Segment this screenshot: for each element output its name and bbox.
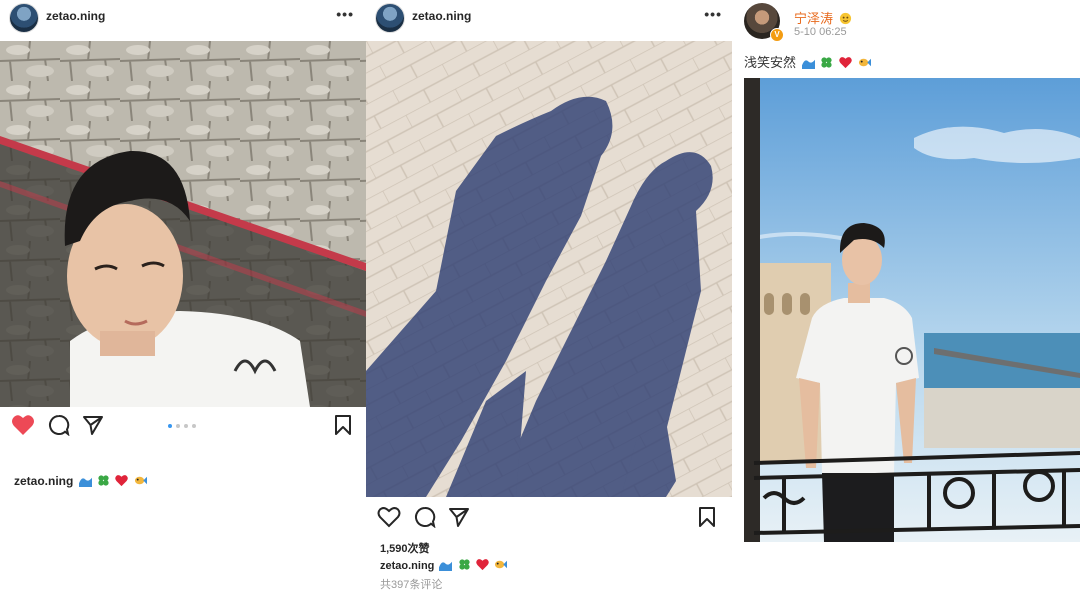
clover-emoji	[821, 57, 832, 68]
post-photo-shadows[interactable]	[366, 41, 732, 497]
weibo-username[interactable]: 宁泽涛	[794, 8, 852, 27]
view-comments-link[interactable]: 共397条评论	[380, 576, 442, 590]
like-heart-icon[interactable]	[376, 504, 402, 530]
action-bar	[366, 504, 734, 534]
post-header: zetao.ning •••	[366, 0, 734, 34]
weibo-post: V 宁泽涛 5-10 06:25 浅笑安然	[734, 0, 1080, 590]
heart-emoji	[475, 559, 489, 571]
wave-emoji	[439, 561, 453, 571]
post-photo-selfie[interactable]	[0, 41, 366, 407]
like-count[interactable]: 1,590次赞	[380, 540, 430, 556]
caption: zetao.ning	[380, 558, 507, 572]
username[interactable]: zetao.ning	[46, 9, 105, 23]
carousel-dot-active	[168, 424, 172, 428]
post-text-content: 浅笑安然	[744, 55, 797, 70]
verified-badge: V	[770, 28, 784, 42]
instagram-post-2: zetao.ning ••• 1,590次赞 zetao.ning 共397条评…	[366, 0, 734, 590]
comment-icon[interactable]	[46, 412, 72, 438]
bookmark-icon[interactable]	[694, 504, 720, 530]
heart-emoji	[839, 57, 852, 69]
share-send-icon[interactable]	[446, 504, 472, 530]
wave-emoji	[801, 59, 815, 69]
post-photo-balcony[interactable]	[744, 78, 1080, 542]
post-header: zetao.ning •••	[0, 0, 366, 34]
fish-emoji	[858, 58, 871, 67]
post-timestamp: 5-10 06:25	[794, 26, 847, 38]
face-emoji	[839, 12, 851, 25]
post-text: 浅笑安然	[744, 52, 871, 71]
instagram-post-1: zetao.ning ••• zetao.ning	[0, 0, 366, 590]
carousel-indicator	[168, 424, 196, 428]
caption-username[interactable]: zetao.ning	[380, 560, 434, 572]
heart-emoji	[115, 475, 129, 487]
caption-username[interactable]: zetao.ning	[14, 474, 73, 488]
caption: zetao.ning	[14, 474, 147, 488]
more-options-icon[interactable]: •••	[336, 6, 354, 22]
wave-emoji	[78, 477, 92, 487]
like-heart-icon[interactable]	[10, 412, 36, 438]
share-send-icon[interactable]	[80, 412, 106, 438]
comment-icon[interactable]	[412, 504, 438, 530]
carousel-dot	[184, 424, 188, 428]
fish-emoji	[134, 476, 147, 485]
carousel-dot	[192, 424, 196, 428]
avatar[interactable]	[375, 3, 405, 33]
clover-emoji	[98, 475, 109, 486]
more-options-icon[interactable]: •••	[704, 6, 722, 22]
username[interactable]: zetao.ning	[412, 9, 471, 23]
clover-emoji	[458, 559, 470, 570]
carousel-dot	[176, 424, 180, 428]
avatar[interactable]	[9, 3, 39, 33]
weibo-username-text: 宁泽涛	[794, 11, 834, 26]
bookmark-icon[interactable]	[330, 412, 356, 438]
fish-emoji	[494, 560, 507, 569]
